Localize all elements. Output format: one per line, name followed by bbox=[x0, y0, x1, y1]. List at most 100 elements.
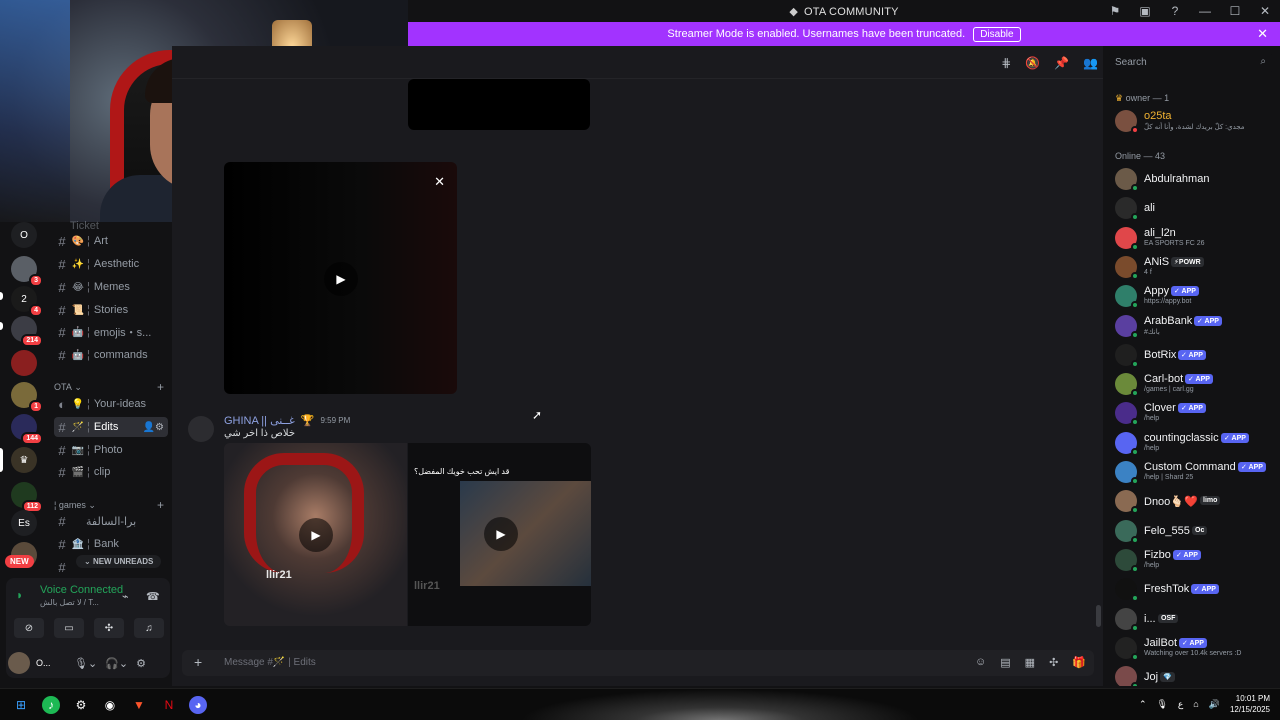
member-item[interactable]: Felo_555 Oc bbox=[1113, 517, 1278, 545]
play-icon[interactable]: ▶ bbox=[299, 518, 333, 552]
channel-art[interactable]: # 🎨 ¦ Art bbox=[54, 231, 168, 251]
server-icon[interactable]: 144 bbox=[11, 414, 43, 445]
sticker-icon[interactable]: ▦ bbox=[1025, 656, 1035, 669]
disconnect-icon[interactable]: ☎ bbox=[146, 590, 160, 603]
video-thumbnail[interactable]: قد ايش تحب خويك المفضل؟ ▶ llir21 bbox=[408, 443, 591, 626]
gift-icon[interactable]: 🎁 bbox=[1072, 656, 1086, 669]
server-icon-es[interactable]: Es bbox=[11, 510, 37, 536]
channel-stories[interactable]: # 📜 ¦ Stories bbox=[54, 300, 168, 320]
threads-icon[interactable]: ⋕ bbox=[1001, 56, 1011, 70]
category-ota[interactable]: OTA ⌄ + bbox=[54, 380, 168, 394]
server-icon[interactable]: 214 bbox=[11, 316, 43, 347]
server-icon-o[interactable]: O bbox=[11, 222, 37, 248]
search-input[interactable]: Search ⌕ bbox=[1109, 52, 1272, 74]
voice-status[interactable]: Voice Connected bbox=[40, 584, 123, 596]
video-embed[interactable]: ✕ ▶ bbox=[224, 162, 457, 394]
server-icon[interactable]: ♛ bbox=[11, 447, 37, 473]
member-item[interactable]: Appy ✓ APP https://appy.bot bbox=[1113, 282, 1278, 310]
member-item[interactable]: FreshTok ✓ APP bbox=[1113, 575, 1278, 603]
member-item[interactable]: ali_l2n EA SPORTS FC 26 bbox=[1113, 224, 1278, 252]
video-thumbnail[interactable]: ▶ llir21 bbox=[224, 443, 407, 626]
new-unreads-pill[interactable]: ⌄ NEW UNREADS bbox=[76, 555, 162, 568]
windows-start-icon[interactable]: ⊞ bbox=[12, 696, 30, 714]
help-icon[interactable]: ? bbox=[1160, 4, 1190, 18]
screen-icon[interactable]: ▣ bbox=[1130, 4, 1160, 18]
channel-settings-icon[interactable]: 👤⚙ bbox=[143, 422, 168, 433]
channel-memes[interactable]: # 😂 ¦ Memes bbox=[54, 277, 168, 297]
channel-commands[interactable]: # 🤖 ¦ commands bbox=[54, 345, 168, 365]
voice-channel-name[interactable]: لا تصل بالش / T... bbox=[40, 598, 99, 607]
server-icon[interactable]: 112 bbox=[11, 482, 43, 513]
disable-button[interactable]: Disable bbox=[973, 26, 1021, 42]
brave-icon[interactable]: ▼ bbox=[130, 696, 148, 714]
emoji-icon[interactable]: ☺ bbox=[975, 656, 986, 669]
chevron-up-icon[interactable]: ⌃ bbox=[1139, 699, 1147, 710]
category-games[interactable]: ¦ games ⌄ + bbox=[54, 498, 168, 512]
microphone-icon[interactable]: 🎙⌄ bbox=[74, 657, 97, 670]
banner-close-icon[interactable]: ✕ bbox=[1257, 26, 1268, 42]
activities-button[interactable]: ✣ bbox=[94, 618, 124, 638]
close-window-button[interactable]: ✕ bbox=[1250, 4, 1280, 18]
member-item[interactable]: Carl-bot ✓ APP/games | carl.gg bbox=[1113, 370, 1278, 398]
maximize-button[interactable]: ☐ bbox=[1220, 4, 1250, 18]
member-item[interactable]: countingclassic ✓ APP/help bbox=[1113, 429, 1278, 457]
member-item[interactable]: Custom Command ✓ APP/help | Shard 25 bbox=[1113, 458, 1278, 486]
member-item[interactable]: Fizbo ✓ APP/help bbox=[1113, 546, 1278, 574]
microphone-icon[interactable]: 🎙 bbox=[1156, 699, 1167, 710]
channel-photo[interactable]: # 📷 ¦ Photo bbox=[54, 440, 168, 460]
add-channel-icon[interactable]: + bbox=[157, 380, 168, 394]
discord-icon[interactable]: ◕ bbox=[189, 696, 207, 714]
member-item[interactable]: ANiS ⚡POWR 4 f bbox=[1113, 253, 1278, 281]
spotify-icon[interactable]: ♪ bbox=[42, 696, 60, 714]
channel-your-ideas[interactable]: ◐ 💡 ¦ Your-ideas bbox=[54, 394, 168, 414]
clock[interactable]: 10:01 PM 12/15/2025 bbox=[1230, 693, 1270, 715]
member-item[interactable]: Joj 💎 bbox=[1113, 663, 1278, 686]
network-icon[interactable]: ⌂ bbox=[1193, 699, 1198, 709]
member-item[interactable]: BotRix ✓ APP bbox=[1113, 341, 1278, 369]
server-icon[interactable]: 3 bbox=[11, 256, 43, 287]
new-badge[interactable]: NEW bbox=[5, 555, 34, 568]
server-icon[interactable] bbox=[11, 350, 37, 376]
video-embed[interactable] bbox=[408, 79, 590, 130]
steam-icon[interactable]: ⚙ bbox=[72, 696, 90, 714]
channel-edits[interactable]: # 🪄 ¦ Edits 👤⚙ bbox=[54, 417, 168, 437]
member-item[interactable]: Abdulrahman bbox=[1113, 165, 1278, 193]
member-item[interactable]: o25ta مجدي: كلّ بريدك لشدة، وأنا أنه كلّ bbox=[1113, 107, 1278, 135]
server-icon[interactable]: 24 bbox=[11, 286, 43, 317]
notifications-icon[interactable]: 🔕 bbox=[1025, 56, 1040, 70]
member-item[interactable]: Clover ✓ APP/help bbox=[1113, 399, 1278, 427]
avatar[interactable] bbox=[8, 652, 30, 674]
member-item[interactable]: ali bbox=[1113, 194, 1278, 222]
channel-aesthetic[interactable]: # ✨ ¦ Aesthetic bbox=[54, 254, 168, 274]
play-icon[interactable]: ▶ bbox=[484, 517, 518, 551]
message-input[interactable]: + Message #🪄 | Edits ☺ ▤ ▦ ✣ 🎁 bbox=[182, 650, 1094, 676]
channel-game-1[interactable]: # برا-السالفة bbox=[54, 511, 168, 531]
member-item[interactable]: ArabBank ✓ APP #بانك bbox=[1113, 312, 1278, 340]
play-icon[interactable]: ▶ bbox=[324, 262, 358, 296]
noise-suppression-icon[interactable]: ⌁ bbox=[122, 590, 129, 603]
channel-bank[interactable]: # 🏦 ¦ Bank bbox=[54, 534, 168, 554]
apps-icon[interactable]: ✣ bbox=[1049, 656, 1058, 669]
gif-icon[interactable]: ▤ bbox=[1000, 656, 1010, 669]
netflix-icon[interactable]: N bbox=[160, 696, 178, 714]
screen-share-button[interactable]: ▭ bbox=[54, 618, 84, 638]
headset-icon[interactable]: 🎧⌄ bbox=[105, 657, 128, 670]
member-item[interactable]: JailBot ✓ APP Watching over 10.4k servers … bbox=[1113, 634, 1278, 662]
camera-off-button[interactable]: ⊘ bbox=[14, 618, 44, 638]
scrollbar[interactable] bbox=[1096, 605, 1101, 627]
add-channel-icon[interactable]: + bbox=[157, 498, 168, 512]
channel-emojis[interactable]: # 🤖 ¦ emojis・s... bbox=[54, 322, 168, 342]
members-icon[interactable]: 👥 bbox=[1083, 56, 1098, 70]
minimize-button[interactable]: — bbox=[1190, 4, 1220, 18]
inbox-icon[interactable]: ⚑ bbox=[1100, 4, 1130, 18]
add-attachment-icon[interactable]: + bbox=[194, 654, 202, 670]
server-icon[interactable]: 1 bbox=[11, 382, 43, 413]
member-item[interactable]: i... OSF bbox=[1113, 605, 1278, 633]
soundboard-button[interactable]: ♫ bbox=[134, 618, 164, 638]
volume-icon[interactable]: 🔊 bbox=[1209, 699, 1220, 710]
pin-icon[interactable]: 📌 bbox=[1054, 56, 1069, 70]
message-author[interactable]: GHINA || غــنى bbox=[224, 414, 295, 427]
gear-icon[interactable]: ⚙ bbox=[136, 657, 146, 670]
obs-icon[interactable]: ◉ bbox=[101, 696, 119, 714]
language-indicator[interactable]: ع bbox=[1178, 699, 1183, 710]
